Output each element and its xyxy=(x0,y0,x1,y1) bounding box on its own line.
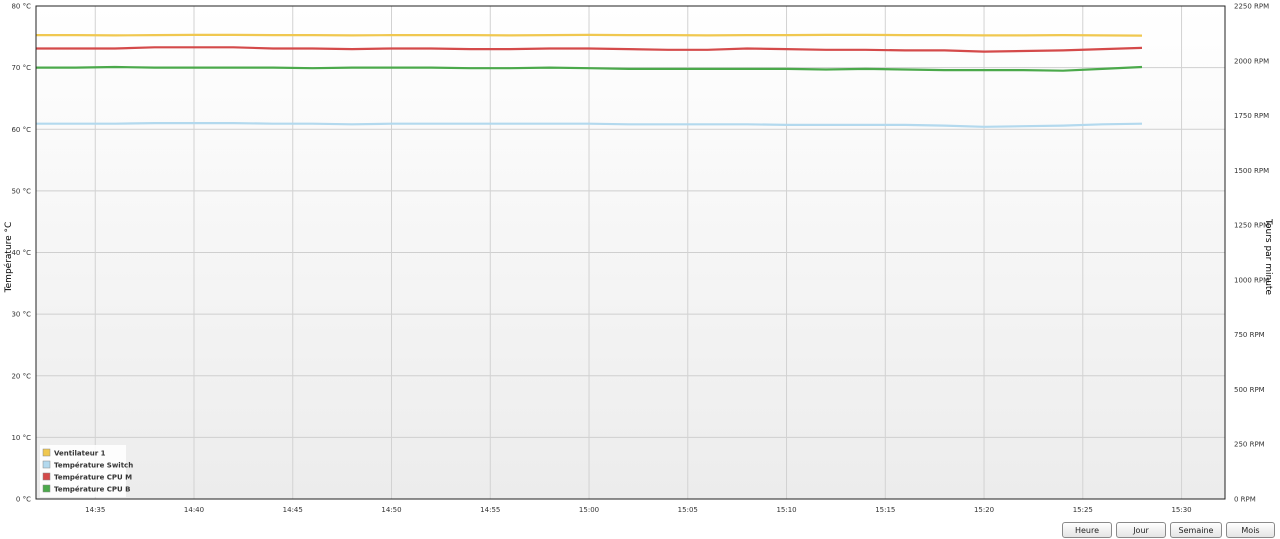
x-tick-label: 14:45 xyxy=(283,506,303,514)
x-tick-label: 15:00 xyxy=(579,506,599,514)
month-button[interactable]: Mois xyxy=(1226,522,1275,538)
legend: Ventilateur 1 Température Switch Températu… xyxy=(40,445,133,497)
day-button[interactable]: Jour xyxy=(1116,522,1166,538)
y2-tick-label: 1500 RPM xyxy=(1234,167,1269,175)
x-tick-label: 14:55 xyxy=(480,506,500,514)
legend-swatch xyxy=(42,484,51,493)
x-tick-label: 14:40 xyxy=(184,506,204,514)
x-tick-label: 15:20 xyxy=(974,506,994,514)
y-axis-title: Température °C xyxy=(3,222,14,294)
x-tick-label: 15:05 xyxy=(678,506,698,514)
y2-tick-label: 2250 RPM xyxy=(1234,3,1269,11)
legend-swatch xyxy=(42,460,51,469)
y-tick-label: 60 °C xyxy=(11,126,31,134)
x-tick-label: 14:35 xyxy=(85,506,105,514)
y-tick-label: 40 °C xyxy=(11,249,31,257)
y-tick-label: 10 °C xyxy=(11,434,31,442)
y-tick-label: 0 °C xyxy=(16,496,31,504)
y-tick-label: 50 °C xyxy=(11,187,31,195)
y2-tick-label: 0 RPM xyxy=(1234,496,1256,504)
y2-tick-label: 750 RPM xyxy=(1234,331,1265,339)
y2-tick-label: 500 RPM xyxy=(1234,386,1265,394)
legend-label: Température CPU M xyxy=(54,474,132,482)
y-tick-label: 80 °C xyxy=(11,3,31,11)
x-tick-label: 15:25 xyxy=(1073,506,1093,514)
y-tick-label: 30 °C xyxy=(11,311,31,319)
x-tick-label: 15:30 xyxy=(1171,506,1191,514)
hour-button[interactable]: Heure xyxy=(1062,522,1112,538)
y-tick-label: 70 °C xyxy=(11,64,31,72)
temperature-chart: 0 °C 10 °C 20 °C 30 °C 40 °C 50 °C 60 °C 70 °C 8… xyxy=(3,3,1273,515)
week-button[interactable]: Semaine xyxy=(1170,522,1222,538)
y2-tick-label: 2000 RPM xyxy=(1234,57,1269,65)
legend-label: Température Switch xyxy=(54,462,133,470)
x-tick-label: 15:10 xyxy=(776,506,796,514)
legend-label: Ventilateur 1 xyxy=(54,450,106,458)
y2-axis-title: Tours par minute xyxy=(1263,218,1273,295)
y2-tick-label: 250 RPM xyxy=(1234,441,1265,449)
x-tick-label: 15:15 xyxy=(875,506,895,514)
series-line-0 xyxy=(36,33,1143,37)
y-tick-label: 20 °C xyxy=(11,372,31,380)
x-tick-label: 14:50 xyxy=(381,506,401,514)
y2-tick-label: 1750 RPM xyxy=(1234,112,1269,120)
legend-swatch xyxy=(42,472,51,481)
legend-swatch xyxy=(42,448,51,457)
legend-label: Température CPU B xyxy=(54,486,131,494)
